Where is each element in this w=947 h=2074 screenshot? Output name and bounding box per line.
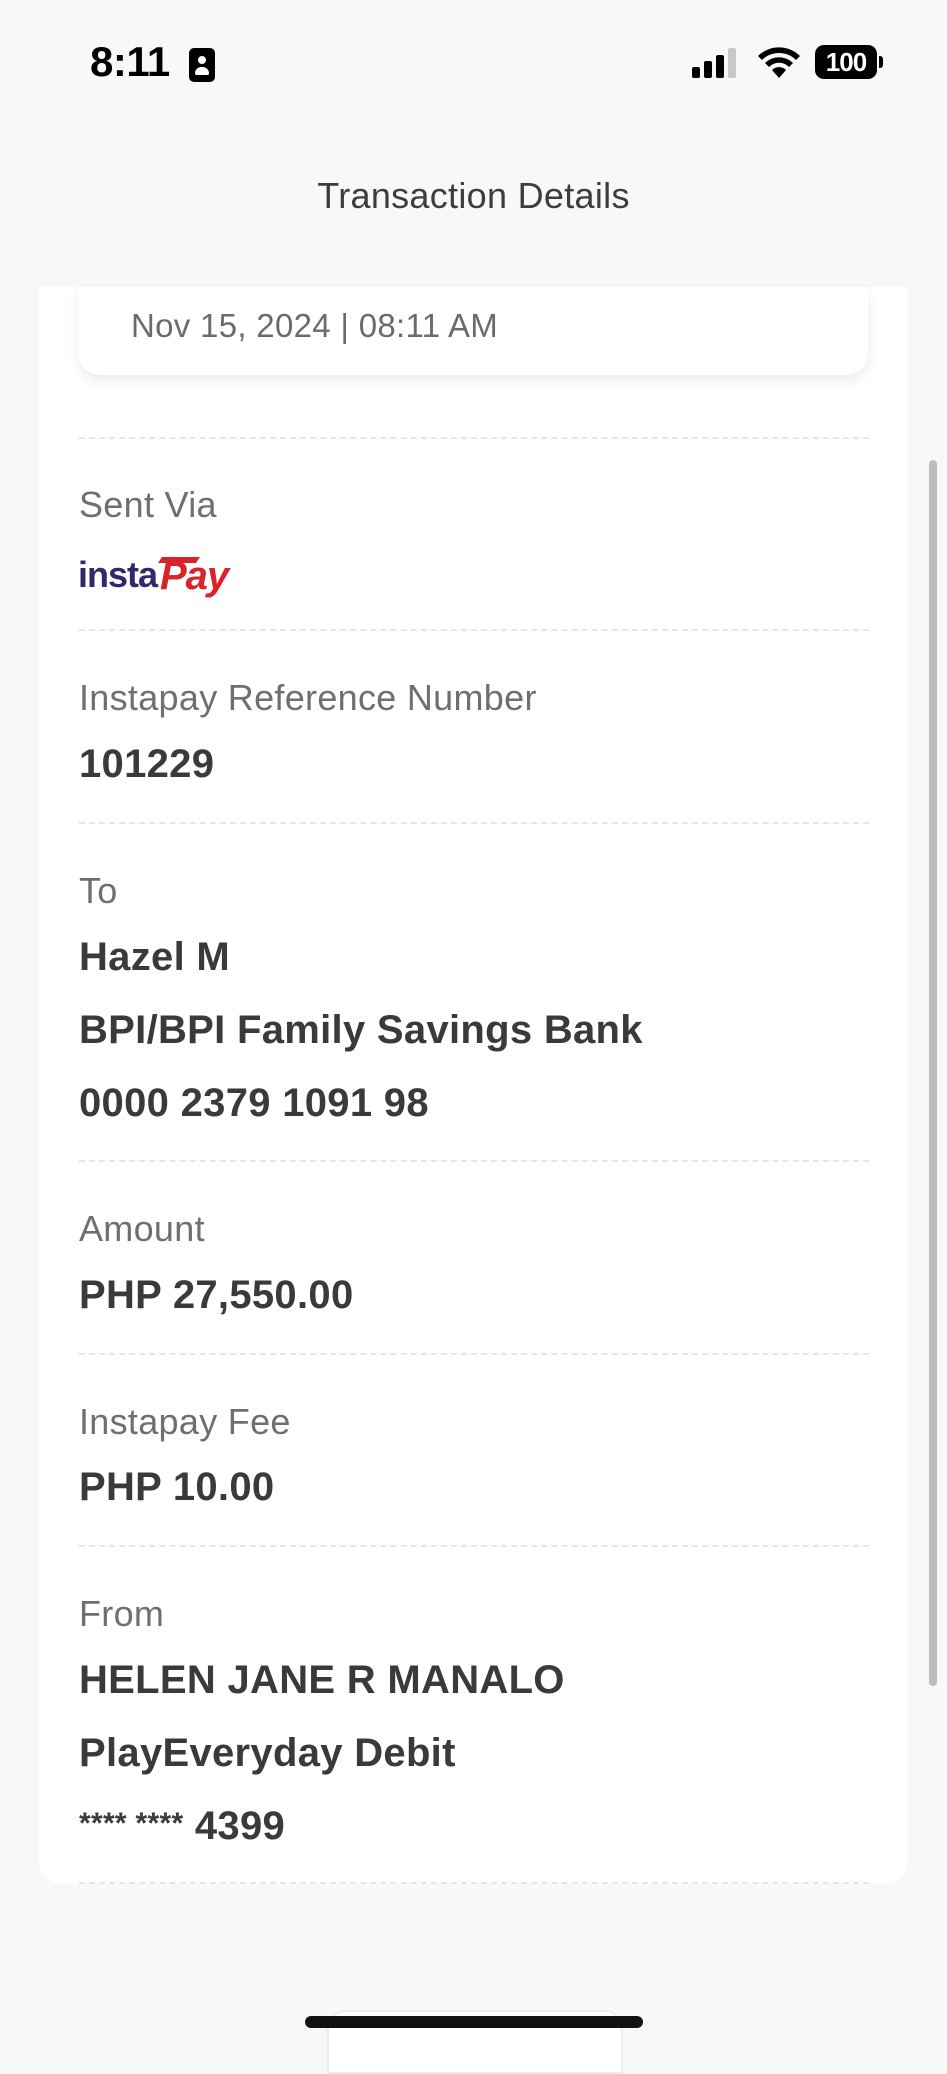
transaction-details-card: Nov 15, 2024 | 08:11 AM Sent Via insta P… — [39, 287, 908, 1884]
wifi-icon — [758, 47, 800, 78]
status-bar: 8:11 100 — [0, 0, 947, 120]
screen-lock-icon — [189, 48, 215, 82]
recipient-name: Hazel M — [79, 935, 231, 979]
fee-value: PHP 10.00 — [79, 1465, 275, 1509]
sender-account-last4: 4399 — [194, 1804, 286, 1848]
divider — [79, 1545, 869, 1547]
instapay-logo: insta Pay — [78, 554, 232, 598]
scrollbar[interactable] — [929, 460, 937, 1686]
status-time: 8:11 — [90, 38, 170, 85]
home-indicator[interactable] — [305, 2016, 643, 2028]
page-title: Transaction Details — [317, 175, 630, 216]
sender-account-mask: **** **** — [79, 1807, 184, 1840]
divider — [79, 437, 869, 439]
divider — [79, 822, 869, 824]
instapay-logo-insta: insta — [78, 554, 159, 595]
sender-account-type: PlayEveryday Debit — [79, 1731, 456, 1775]
amount-label: Amount — [79, 1208, 205, 1249]
cellular-signal-icon — [692, 48, 740, 78]
divider — [79, 1882, 869, 1884]
recipient-bank: BPI/BPI Family Savings Bank — [79, 1008, 643, 1052]
recipient-label: To — [79, 870, 118, 911]
sender-name: HELEN JANE R MANALO — [79, 1658, 565, 1702]
sender-account-number: **** **** 4399 — [79, 1804, 285, 1849]
divider — [79, 1160, 869, 1162]
sent-via-label: Sent Via — [79, 484, 217, 525]
transaction-summary-card: Nov 15, 2024 | 08:11 AM — [78, 287, 868, 375]
battery-icon: 100 — [815, 45, 883, 79]
divider — [79, 1353, 869, 1355]
amount-value: PHP 27,550.00 — [79, 1273, 354, 1317]
reference-number-value: 101229 — [79, 742, 215, 786]
transaction-date: Nov 15, 2024 | 08:11 AM — [131, 307, 499, 344]
recipient-account-number: 0000 2379 1091 98 — [79, 1081, 429, 1125]
reference-number-label: Instapay Reference Number — [79, 677, 537, 718]
instapay-logo-pay: Pay — [160, 554, 231, 598]
fee-label: Instapay Fee — [79, 1401, 291, 1442]
divider — [79, 629, 869, 631]
sender-label: From — [79, 1593, 165, 1634]
